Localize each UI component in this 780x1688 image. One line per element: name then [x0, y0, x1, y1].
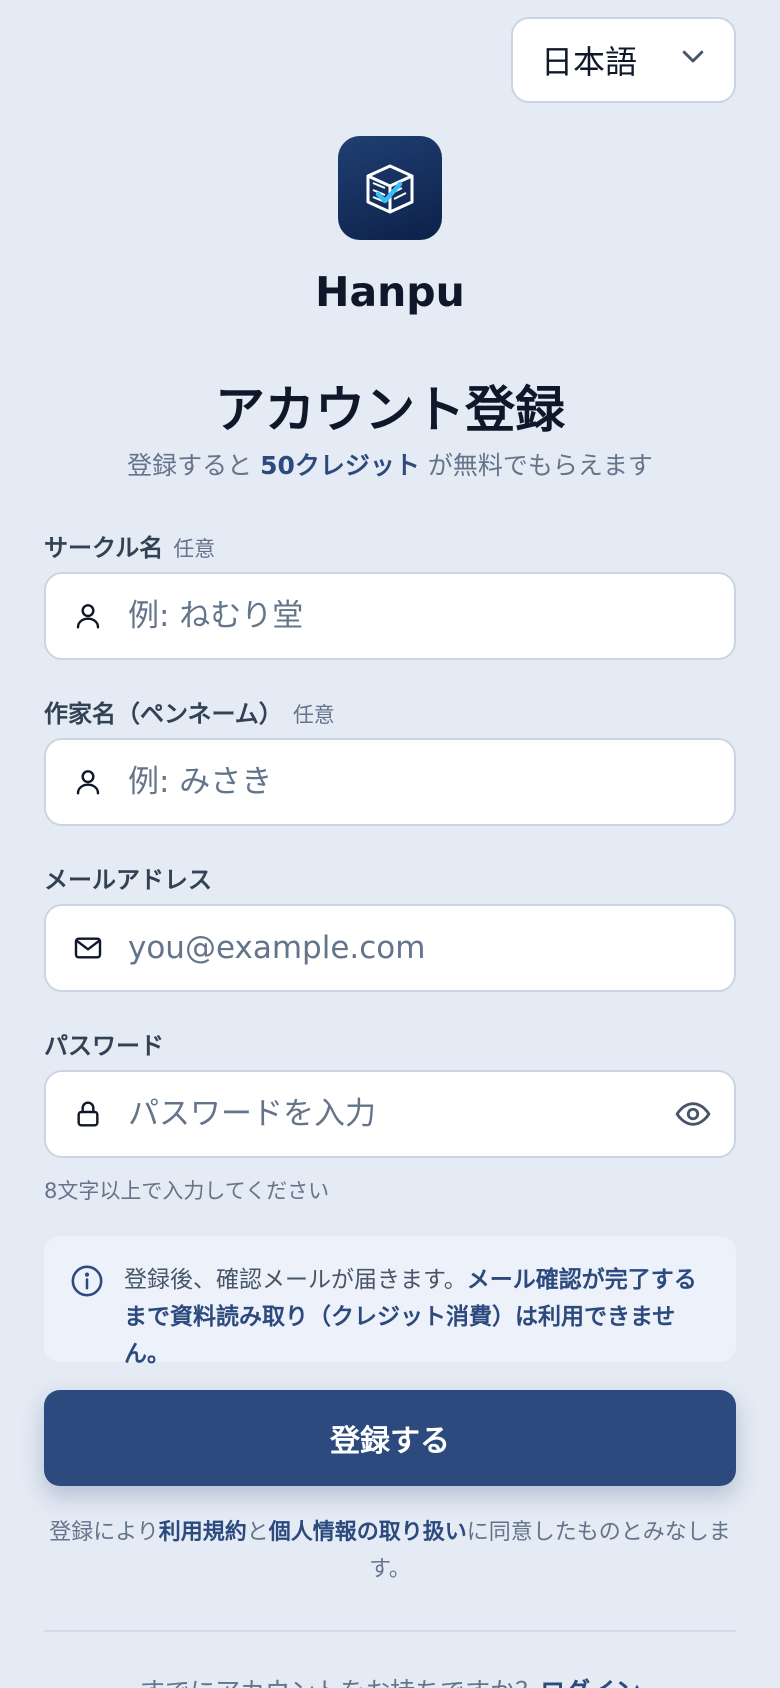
user-icon — [72, 766, 104, 798]
signup-page: 日本語 Hanpu アカウント登録 登録すると 50クレジット が無料でもらえま… — [0, 0, 780, 1688]
login-prompt-text: すでにアカウントをお持ちですか？ — [140, 1677, 540, 1688]
box-check-icon — [366, 164, 414, 214]
notice-text-normal: 登録後、確認メールが届きます。 — [124, 1267, 467, 1293]
author-name-field — [44, 738, 736, 826]
password-hint: 8文字以上で入力してください — [44, 1179, 330, 1203]
email-label-text: メールアドレス — [44, 866, 212, 894]
email-verification-notice: 登録後、確認メールが届きます。メール確認が完了するまで資料読み取り（クレジット消… — [44, 1236, 736, 1367]
optional-tag: 任意 — [292, 703, 335, 727]
subtitle-suffix: が無料でもらえます — [419, 451, 653, 480]
password-label-text: パスワード — [44, 1032, 164, 1060]
brand-name: Hanpu — [315, 268, 465, 316]
terms-of-service-link[interactable]: 利用規約 — [159, 1520, 247, 1545]
page-subtitle: 登録すると 50クレジット が無料でもらえます — [0, 446, 780, 482]
author-name-label: 作家名（ペンネーム） 任意 — [44, 694, 335, 729]
app-logo — [338, 136, 442, 240]
chevron-down-icon — [678, 41, 708, 79]
circle-name-field — [44, 572, 736, 660]
lock-icon — [72, 1098, 104, 1130]
page-title: アカウント登録 — [215, 381, 565, 439]
subtitle-prefix: 登録すると — [127, 451, 261, 480]
author-name-input[interactable] — [128, 740, 734, 824]
info-icon — [70, 1264, 104, 1298]
email-input[interactable] — [128, 906, 734, 990]
email-field — [44, 904, 736, 992]
notice-text: 登録後、確認メールが届きます。メール確認が完了するまで資料読み取り（クレジット消… — [124, 1262, 710, 1373]
terms-prefix: 登録により — [49, 1520, 159, 1545]
email-label: メールアドレス — [44, 860, 212, 895]
login-prompt: すでにアカウントをお持ちですか？ログイン — [0, 1672, 780, 1688]
circle-name-label: サークル名 任意 — [44, 528, 215, 563]
login-link[interactable]: ログイン — [540, 1677, 640, 1688]
language-select[interactable]: 日本語 — [511, 17, 736, 103]
language-selected-label: 日本語 — [541, 43, 638, 81]
register-button[interactable]: 登録する — [44, 1390, 736, 1486]
circle-name-input[interactable] — [128, 574, 734, 658]
optional-tag: 任意 — [173, 537, 216, 561]
circle-name-label-text: サークル名 — [44, 534, 164, 562]
password-field — [44, 1070, 736, 1158]
divider — [44, 1630, 736, 1632]
mail-icon — [72, 932, 104, 964]
user-icon — [72, 600, 104, 632]
show-password-eye-icon[interactable] — [674, 1095, 712, 1133]
credit-highlight: 50クレジット — [260, 451, 420, 480]
terms-agreement: 登録により利用規約と個人情報の取り扱いに同意したものとみなします。 — [44, 1514, 736, 1588]
privacy-policy-link[interactable]: 個人情報の取り扱い — [269, 1520, 467, 1545]
author-name-label-text: 作家名（ペンネーム） — [44, 700, 283, 728]
password-label: パスワード — [44, 1026, 164, 1061]
password-input[interactable] — [128, 1072, 674, 1156]
terms-middle: と — [246, 1520, 269, 1545]
